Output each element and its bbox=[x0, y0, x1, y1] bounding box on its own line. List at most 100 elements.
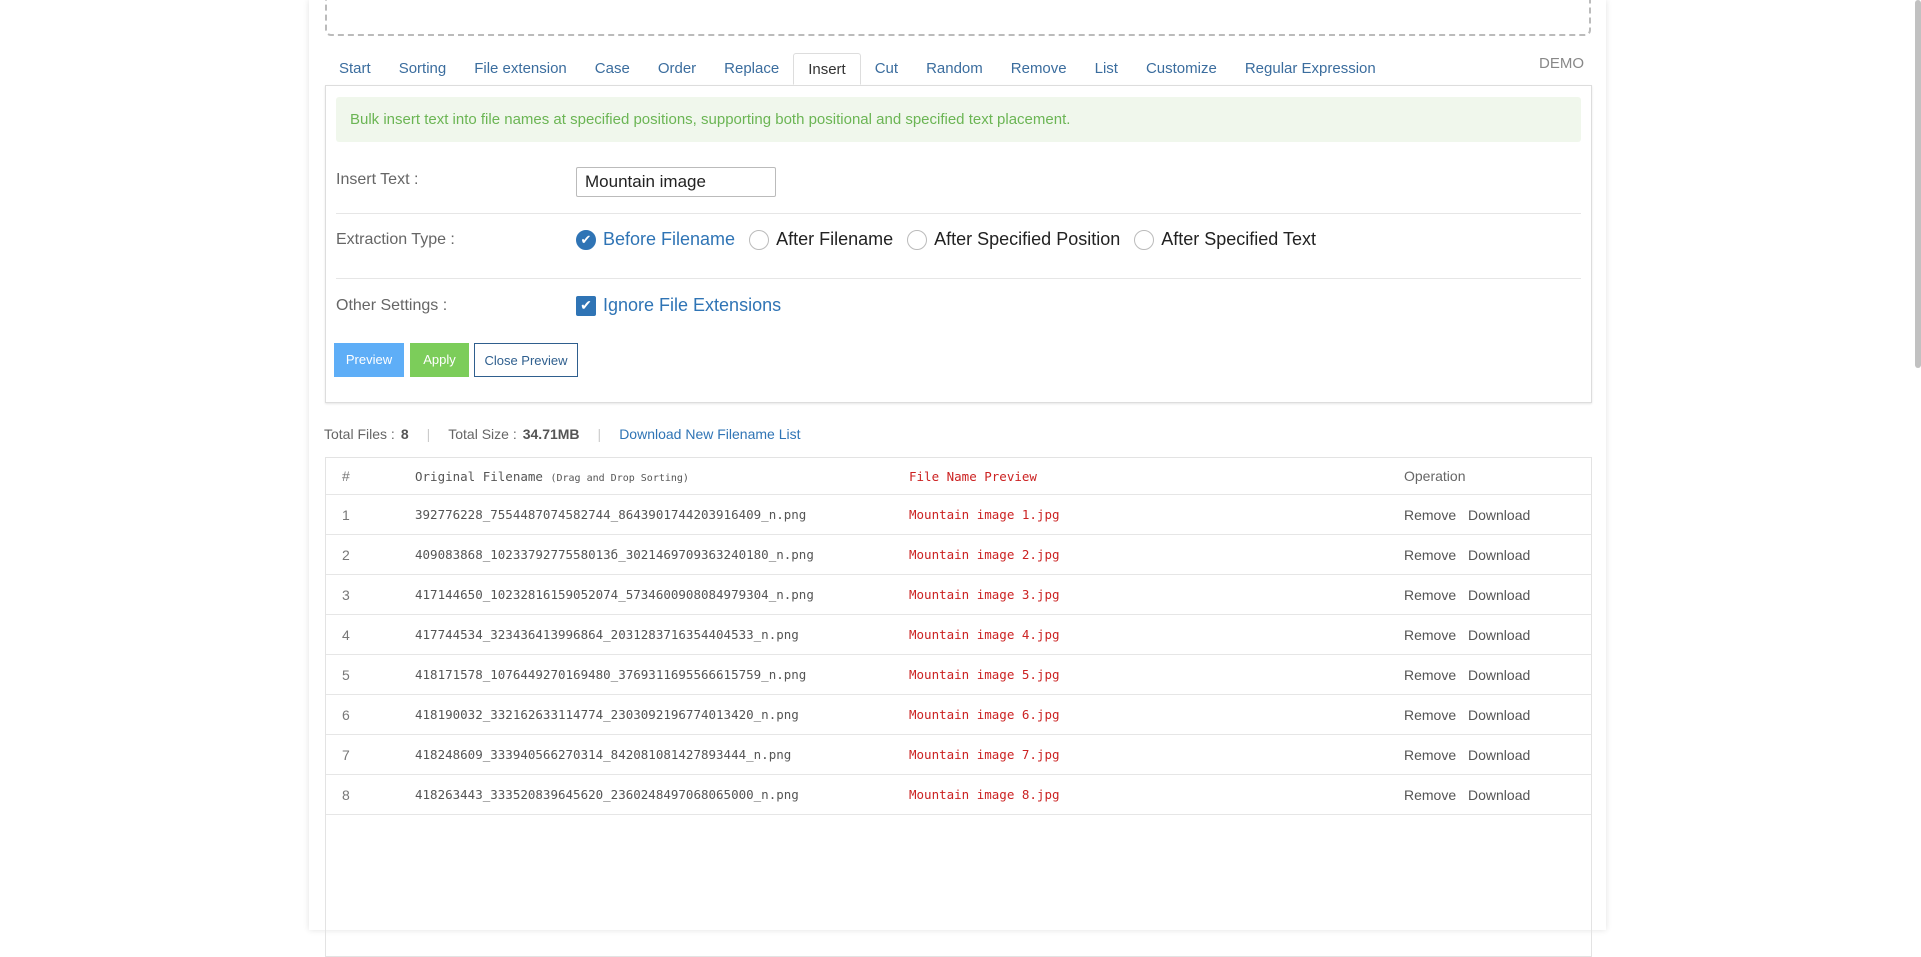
radio-before-filename[interactable]: ✔ Before Filename bbox=[576, 229, 735, 250]
remove-button[interactable]: Remove bbox=[1404, 735, 1456, 775]
row-number: 4 bbox=[342, 627, 350, 643]
radio-unchecked-icon bbox=[749, 229, 770, 250]
preview-filename: Mountain image 5.jpg bbox=[909, 667, 1060, 682]
separator: | bbox=[426, 426, 431, 442]
insert-panel: Bulk insert text into file names at spec… bbox=[325, 85, 1592, 403]
close-preview-button[interactable]: Close Preview bbox=[474, 343, 578, 377]
row-number: 2 bbox=[342, 547, 350, 563]
tab-insert[interactable]: Insert bbox=[793, 53, 861, 85]
remove-button[interactable]: Remove bbox=[1404, 615, 1456, 655]
total-size-value: 34.71MB bbox=[522, 426, 580, 442]
original-filename: 418171578_1076449270169480_3769311695566… bbox=[415, 667, 807, 682]
header-original-hint: (Drag and Drop Sorting) bbox=[550, 473, 689, 484]
tab-regular-expression[interactable]: Regular Expression bbox=[1231, 53, 1390, 85]
remove-button[interactable]: Remove bbox=[1404, 695, 1456, 735]
table-row[interactable]: 2 409083868_1023379277558013б_30214697093… bbox=[326, 535, 1591, 575]
other-settings-label: Other Settings : bbox=[336, 297, 448, 314]
tab-list[interactable]: List bbox=[1081, 53, 1132, 85]
original-filename: 417144650_10232816159052074_573460090808… bbox=[415, 587, 814, 602]
download-button[interactable]: Download bbox=[1468, 655, 1530, 695]
original-filename: 418263443_333520839645620_23602484970680… bbox=[415, 787, 799, 802]
download-button[interactable]: Download bbox=[1468, 775, 1530, 815]
table-row[interactable]: 4 417744534_323436413996864_2031283716354… bbox=[326, 615, 1591, 655]
download-button[interactable]: Download bbox=[1468, 535, 1530, 575]
header-preview: File Name Preview bbox=[909, 469, 1037, 484]
radio-label: Before Filename bbox=[603, 229, 736, 249]
info-alert: Bulk insert text into file names at spec… bbox=[336, 97, 1581, 142]
radio-unchecked-icon bbox=[907, 229, 928, 250]
remove-button[interactable]: Remove bbox=[1404, 655, 1456, 695]
radio-after-specified-text[interactable]: After Specified Text bbox=[1134, 229, 1316, 250]
download-button[interactable]: Download bbox=[1468, 495, 1530, 535]
original-filename: 418248609_333940566270314_84208108142789… bbox=[415, 747, 792, 762]
table-row[interactable]: 1 392776228_7554487074582744_864390174420… bbox=[326, 495, 1591, 535]
remove-button[interactable]: Remove bbox=[1404, 775, 1456, 815]
ignore-extensions-label: Ignore File Extensions bbox=[603, 295, 782, 315]
checkmark-icon: ✔ bbox=[576, 295, 596, 316]
original-filename: 409083868_1023379277558013б_302146970936… bbox=[415, 547, 814, 562]
row-number: 1 bbox=[342, 507, 350, 523]
preview-filename: Mountain image 4.jpg bbox=[909, 627, 1060, 642]
radio-checked-icon: ✔ bbox=[576, 229, 596, 250]
tab-sorting[interactable]: Sorting bbox=[385, 53, 461, 85]
row-number: 6 bbox=[342, 707, 350, 723]
extraction-type-label: Extraction Type : bbox=[336, 231, 455, 248]
tab-replace[interactable]: Replace bbox=[710, 53, 793, 85]
table-row[interactable]: 6 418190032_332162633114774_2303092196774… bbox=[326, 695, 1591, 735]
tab-random[interactable]: Random bbox=[912, 53, 997, 85]
radio-after-filename[interactable]: After Filename bbox=[749, 229, 893, 250]
download-button[interactable]: Download bbox=[1468, 575, 1530, 615]
download-button[interactable]: Download bbox=[1468, 615, 1530, 655]
tab-order[interactable]: Order bbox=[644, 53, 710, 85]
radio-label: After Specified Position bbox=[934, 229, 1121, 249]
radio-unchecked-icon bbox=[1134, 229, 1155, 250]
remove-button[interactable]: Remove bbox=[1404, 535, 1456, 575]
tab-bar: Start Sorting File extension Case Order Repla… bbox=[325, 53, 1390, 85]
download-button[interactable]: Download bbox=[1468, 735, 1530, 775]
total-size-label: Total Size : bbox=[448, 426, 517, 442]
file-stats: Total Files : 8 | Total Size : 34.71MB | D… bbox=[324, 426, 801, 442]
file-table: # Original Filename (Drag and Drop Sorti… bbox=[325, 457, 1592, 957]
table-row[interactable]: 3 417144650_10232816159052074_57346009080… bbox=[326, 575, 1591, 615]
remove-button[interactable]: Remove bbox=[1404, 495, 1456, 535]
ignore-extensions-checkbox[interactable]: ✔ Ignore File Extensions bbox=[576, 295, 781, 316]
file-drop-zone[interactable] bbox=[325, 0, 1591, 36]
radio-after-specified-position[interactable]: After Specified Position bbox=[907, 229, 1120, 250]
main-container: Start Sorting File extension Case Order Repla… bbox=[309, 0, 1606, 957]
radio-label: After Specified Text bbox=[1161, 229, 1316, 249]
tab-file-extension[interactable]: File extension bbox=[460, 53, 581, 85]
tab-customize[interactable]: Customize bbox=[1132, 53, 1231, 85]
total-files-label: Total Files : bbox=[324, 426, 395, 442]
preview-filename: Mountain image 2.jpg bbox=[909, 547, 1060, 562]
header-original: Original Filename (Drag and Drop Sorting… bbox=[415, 458, 689, 497]
header-original-label: Original Filename bbox=[415, 469, 543, 484]
remove-button[interactable]: Remove bbox=[1404, 575, 1456, 615]
header-num: # bbox=[342, 468, 350, 484]
row-number: 7 bbox=[342, 747, 350, 763]
page-scrollbar[interactable] bbox=[1915, 0, 1921, 368]
insert-text-input[interactable] bbox=[576, 167, 776, 197]
tab-remove[interactable]: Remove bbox=[997, 53, 1081, 85]
preview-filename: Mountain image 1.jpg bbox=[909, 507, 1060, 522]
download-filename-list-link[interactable]: Download New Filename List bbox=[619, 426, 800, 442]
divider bbox=[336, 278, 1581, 279]
header-operation: Operation bbox=[1404, 468, 1466, 484]
insert-text-label: Insert Text : bbox=[336, 171, 419, 188]
tab-case[interactable]: Case bbox=[581, 53, 644, 85]
preview-button[interactable]: Preview bbox=[334, 343, 404, 377]
row-number: 8 bbox=[342, 787, 350, 803]
preview-filename: Mountain image 6.jpg bbox=[909, 707, 1060, 722]
download-button[interactable]: Download bbox=[1468, 695, 1530, 735]
table-row[interactable]: 8 418263443_333520839645620_2360248497068… bbox=[326, 775, 1591, 815]
apply-button[interactable]: Apply bbox=[410, 343, 469, 377]
demo-label: DEMO bbox=[1539, 55, 1584, 72]
original-filename: 418190032_332162633114774_23030921967740… bbox=[415, 707, 799, 722]
table-header: # Original Filename (Drag and Drop Sorti… bbox=[326, 458, 1591, 495]
original-filename: 417744534_323436413996864_20312837163544… bbox=[415, 627, 799, 642]
table-row[interactable]: 7 418248609_333940566270314_8420810814278… bbox=[326, 735, 1591, 775]
preview-filename: Mountain image 7.jpg bbox=[909, 747, 1060, 762]
tab-cut[interactable]: Cut bbox=[861, 53, 912, 85]
total-files-value: 8 bbox=[400, 426, 409, 442]
tab-start[interactable]: Start bbox=[325, 53, 385, 85]
table-row[interactable]: 5 418171578_1076449270169480_376931169556… bbox=[326, 655, 1591, 695]
